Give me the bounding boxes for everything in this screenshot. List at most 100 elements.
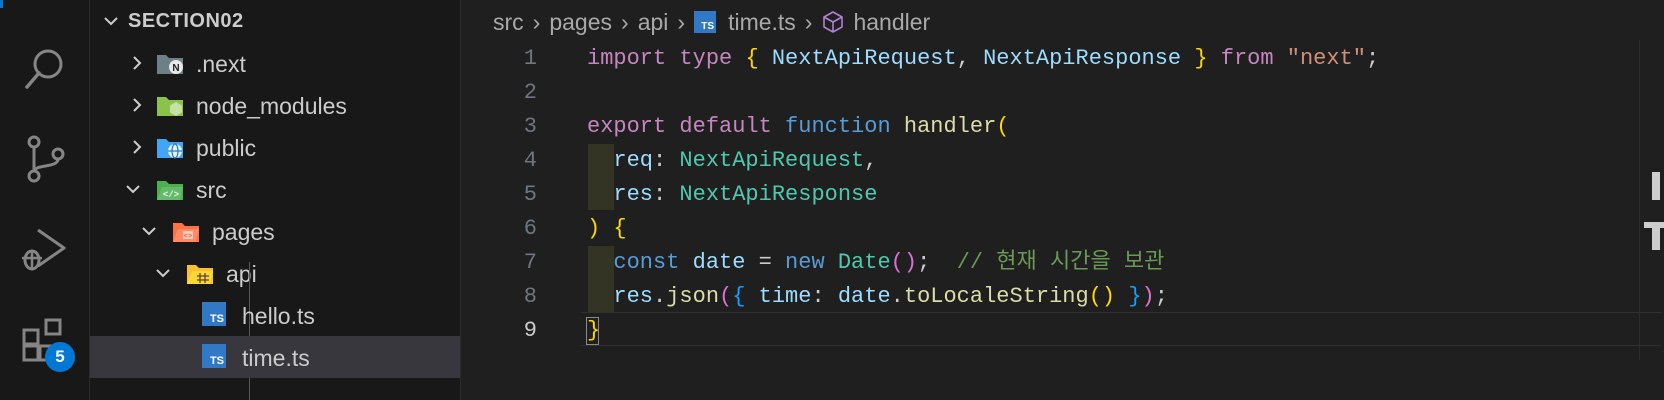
code-token: // 현재 시간을 보관: [956, 250, 1165, 275]
api-folder-icon: [187, 265, 213, 284]
code-token: function: [785, 114, 891, 139]
tree-item-src[interactable]: </> src: [90, 168, 460, 210]
editor-scrollbar[interactable]: [1639, 40, 1664, 360]
code-text: import type { NextApiRequest, NextApiRes…: [587, 42, 1379, 76]
code-token: req: [613, 148, 654, 173]
code-text: export default function handler(: [587, 110, 1010, 144]
breadcrumb-item-src[interactable]: src: [493, 9, 524, 36]
chevron-right-icon: [133, 140, 142, 154]
code-token: ,: [956, 46, 984, 71]
code-token: const: [613, 250, 680, 275]
code-line[interactable]: 4 req: NextApiRequest,: [461, 144, 1664, 178]
code-token: res: [613, 284, 654, 309]
tree-item-public[interactable]: public: [90, 126, 460, 168]
code-token: }: [1128, 284, 1142, 309]
breadcrumb-item-api[interactable]: api: [638, 9, 669, 36]
svg-text:N: N: [172, 63, 179, 74]
code-line[interactable]: 6) {: [461, 212, 1664, 246]
typescript-file-icon: TS: [694, 11, 717, 33]
svg-text:<>: <>: [184, 233, 192, 241]
chevron-right-icon: ›: [621, 8, 629, 35]
code-token: {: [732, 284, 746, 309]
pages-folder-icon: <>: [173, 223, 199, 242]
tree-item-label: pages: [212, 219, 275, 245]
tree-item-label: node_modules: [196, 93, 347, 119]
code-token: type: [679, 46, 733, 71]
tree-item-time-ts[interactable]: TS time.ts: [90, 336, 460, 378]
code-line[interactable]: 2: [461, 76, 1664, 110]
tree-item-api[interactable]: api: [90, 252, 460, 294]
code-line[interactable]: 3 export default function handler(: [461, 110, 1664, 144]
code-token: "next": [1286, 46, 1366, 71]
svg-text:</>: </>: [163, 190, 179, 200]
code-token: toLocaleString: [903, 284, 1089, 309]
code-text: req: NextApiRequest,: [587, 144, 877, 178]
explorer-section-header[interactable]: SECTION02: [90, 0, 460, 42]
code-token: .: [653, 284, 667, 309]
search-icon[interactable]: [18, 42, 72, 96]
code-token: :: [653, 148, 680, 173]
line-number: 2: [523, 80, 537, 105]
code-text: res.json({ time: date.toLocaleString() }…: [587, 280, 1168, 314]
chevron-down-icon: [156, 269, 170, 278]
tree-item-label: .next: [196, 51, 246, 77]
scrollbar-marker: [1652, 172, 1660, 200]
tree-item-label: api: [226, 261, 257, 287]
code-token: handler: [903, 114, 997, 139]
chevron-right-icon: ›: [804, 8, 813, 35]
code-token: export: [587, 114, 667, 139]
code-token: NextApiResponse: [679, 182, 878, 207]
chevron-right-icon: ›: [677, 8, 686, 35]
code-token: (): [890, 250, 918, 275]
code-token: (): [1088, 284, 1116, 309]
code-token: from: [1220, 46, 1274, 71]
tree-item-next[interactable]: N .next: [90, 42, 460, 84]
code-text: res: NextApiResponse: [587, 178, 877, 212]
code-token: json: [666, 284, 720, 309]
tree-item-label: hello.ts: [242, 303, 315, 329]
code-token: NextApiResponse: [983, 46, 1182, 71]
breadcrumb-item-file[interactable]: time.ts: [728, 9, 796, 36]
activity-bar: 5: [0, 0, 90, 400]
explorer-section-title: SECTION02: [128, 10, 244, 32]
active-indicator: [0, 0, 3, 8]
code-token: new: [785, 250, 825, 275]
code-token: }: [1194, 46, 1208, 71]
code-line[interactable]: 8 res.json({ time: date.toLocaleString()…: [461, 280, 1664, 314]
breadcrumb-item-pages[interactable]: pages: [549, 9, 612, 36]
typescript-file-icon: TS: [202, 344, 226, 368]
code-token: (: [719, 284, 733, 309]
code-token: :: [653, 182, 680, 207]
breadcrumb-item-symbol[interactable]: handler: [853, 9, 930, 36]
line-number: 7: [523, 250, 537, 275]
typescript-file-icon: TS: [202, 302, 226, 326]
code-line[interactable]: 5 res: NextApiResponse: [461, 178, 1664, 212]
extensions-badge: 5: [45, 342, 75, 372]
code-line[interactable]: 1 import type { NextApiRequest, NextApiRe…: [461, 42, 1664, 76]
code-token: ): [1141, 284, 1155, 309]
code-line[interactable]: 9}: [461, 314, 1664, 348]
bracket-match-box: [586, 317, 599, 345]
tree-item-hello-ts[interactable]: TS hello.ts: [90, 294, 460, 336]
code-line[interactable]: 7 const date = new Date(); // 현재 시간을 보관: [461, 246, 1664, 280]
line-number: 1: [523, 46, 537, 71]
source-control-icon[interactable]: [18, 132, 72, 186]
code-editor[interactable]: src › pages › api › TS time.ts › handler…: [461, 0, 1664, 400]
code-token: (: [996, 114, 1010, 139]
explorer-sidebar: SECTION02 N .next node_modules public </…: [90, 0, 461, 400]
line-number: 3: [523, 114, 537, 139]
tree-item-pages[interactable]: <> pages: [90, 210, 460, 252]
tree-item-node-modules[interactable]: node_modules: [90, 84, 460, 126]
run-and-debug-icon[interactable]: [18, 222, 72, 276]
